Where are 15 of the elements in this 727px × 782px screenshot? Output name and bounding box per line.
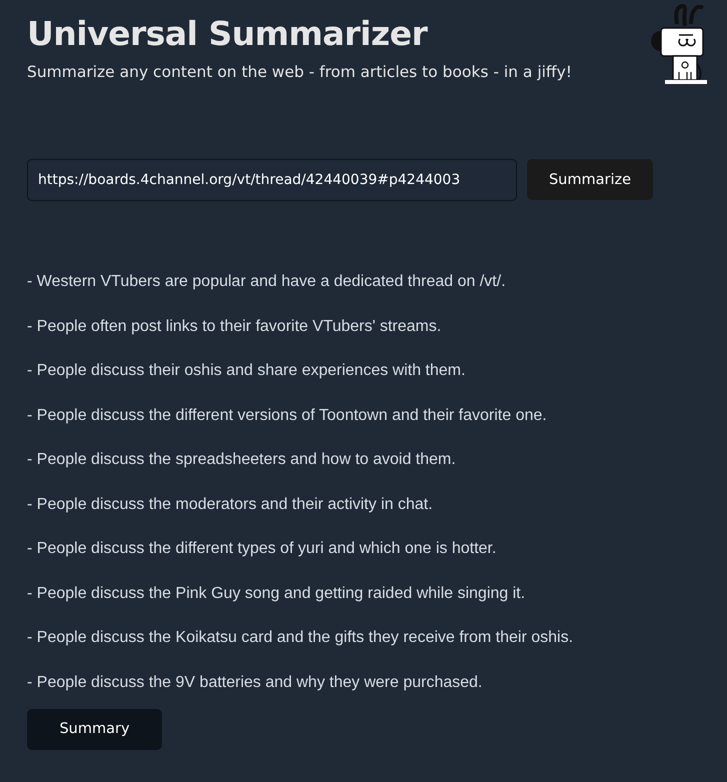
url-input-field[interactable]: https://boards.4channel.org/vt/thread/42440039#p4244003 [27,159,517,201]
summary-line: - People discuss the different versions of Toontown and their favorite one. [27,406,548,424]
summary-line: - People discuss the moderators and their activity in chat. [27,496,434,514]
app-subtitle: Summarize any content on the web - from articles to books - in a jiffy! [27,63,572,81]
app-title: Universal Summarizer [27,14,429,53]
summarize-button[interactable]: Summarize [527,159,653,200]
summary-line: - People often post links to their favorite VTubers' streams. [27,318,442,336]
summary-line: - Western VTubers are popular and have a dedicated thread on /vt/. [27,273,507,291]
summary-line: - People discuss the Koikatsu card and the gifts they receive from their oshis. [27,629,574,647]
summary-line: - People discuss the 9V batteries and why they were purchased. [27,674,484,692]
summary-line: - People discuss the Pink Guy song and getting raided while singing it. [27,584,526,602]
summary-button[interactable]: Summary [27,708,162,750]
summary-line: - People discuss the spreadsheeters and how to avoid them. [27,451,457,469]
summary-line: - People discuss their oshis and share experiences with them. [27,362,466,380]
summary-line: - People discuss the different types of yuri and which one is hotter. [27,540,498,558]
